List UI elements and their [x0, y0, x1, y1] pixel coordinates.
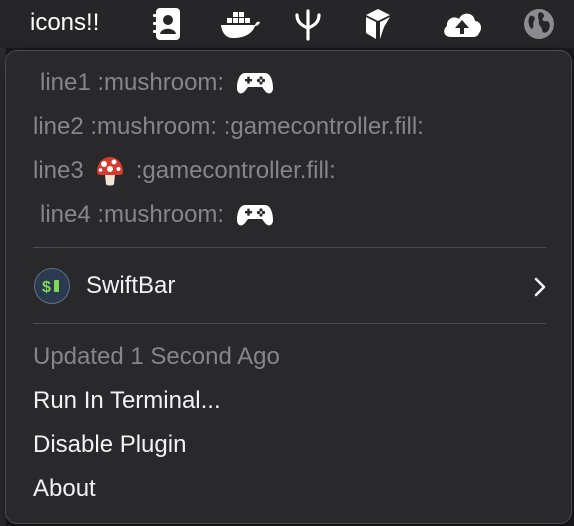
updated-status: Updated 1 Second Ago	[6, 337, 571, 377]
svg-text:$: $	[42, 279, 51, 295]
cloud-upload-icon[interactable]	[440, 6, 484, 42]
menu-item-swiftbar[interactable]: $ SwiftBar	[6, 266, 571, 306]
contacts-icon[interactable]	[150, 6, 186, 42]
menu-separator	[33, 247, 546, 248]
menu-bar: icons!!	[0, 0, 574, 48]
menu-item-line3[interactable]: line3 :gamecontroller.fill:	[6, 151, 571, 191]
disable-plugin-label: Disable Plugin	[33, 431, 187, 458]
line4-text: line4 :mushroom:	[40, 201, 225, 228]
line3-suffix: :gamecontroller.fill:	[135, 157, 336, 184]
menu-item-line2[interactable]: line2 :mushroom: :gamecontroller.fill:	[6, 107, 571, 147]
globe-icon[interactable]	[521, 6, 557, 42]
disable-plugin-item[interactable]: Disable Plugin	[6, 425, 571, 465]
run-in-terminal-label: Run In Terminal...	[33, 387, 221, 414]
line3-prefix: line3	[33, 157, 84, 184]
menu-separator	[33, 323, 546, 324]
updated-text: Updated 1 Second Ago	[33, 343, 280, 370]
line2-text: line2 :mushroom: :gamecontroller.fill:	[33, 113, 424, 140]
line1-text: line1 :mushroom:	[40, 69, 225, 96]
menu-item-line1[interactable]: line1 :mushroom:	[6, 63, 571, 103]
gamecontroller-icon	[236, 202, 274, 228]
cube-icon[interactable]	[360, 6, 396, 42]
fork-icon[interactable]	[290, 6, 326, 42]
about-label: About	[33, 475, 96, 502]
menu-item-line4[interactable]: line4 :mushroom:	[6, 195, 571, 235]
menubar-plugin-title[interactable]: icons!!	[30, 8, 99, 38]
chevron-right-icon	[533, 276, 547, 304]
docker-icon[interactable]	[218, 6, 262, 42]
swiftbar-logo-icon: $	[34, 268, 70, 304]
about-item[interactable]: About	[6, 469, 571, 509]
swiftbar-label: SwiftBar	[86, 272, 176, 299]
run-in-terminal-item[interactable]: Run In Terminal...	[6, 381, 571, 421]
plugin-dropdown-menu: line1 :mushroom: line2 :mushroom: :gamec…	[5, 50, 572, 524]
mushroom-icon	[94, 155, 126, 187]
gamecontroller-icon	[236, 70, 274, 96]
